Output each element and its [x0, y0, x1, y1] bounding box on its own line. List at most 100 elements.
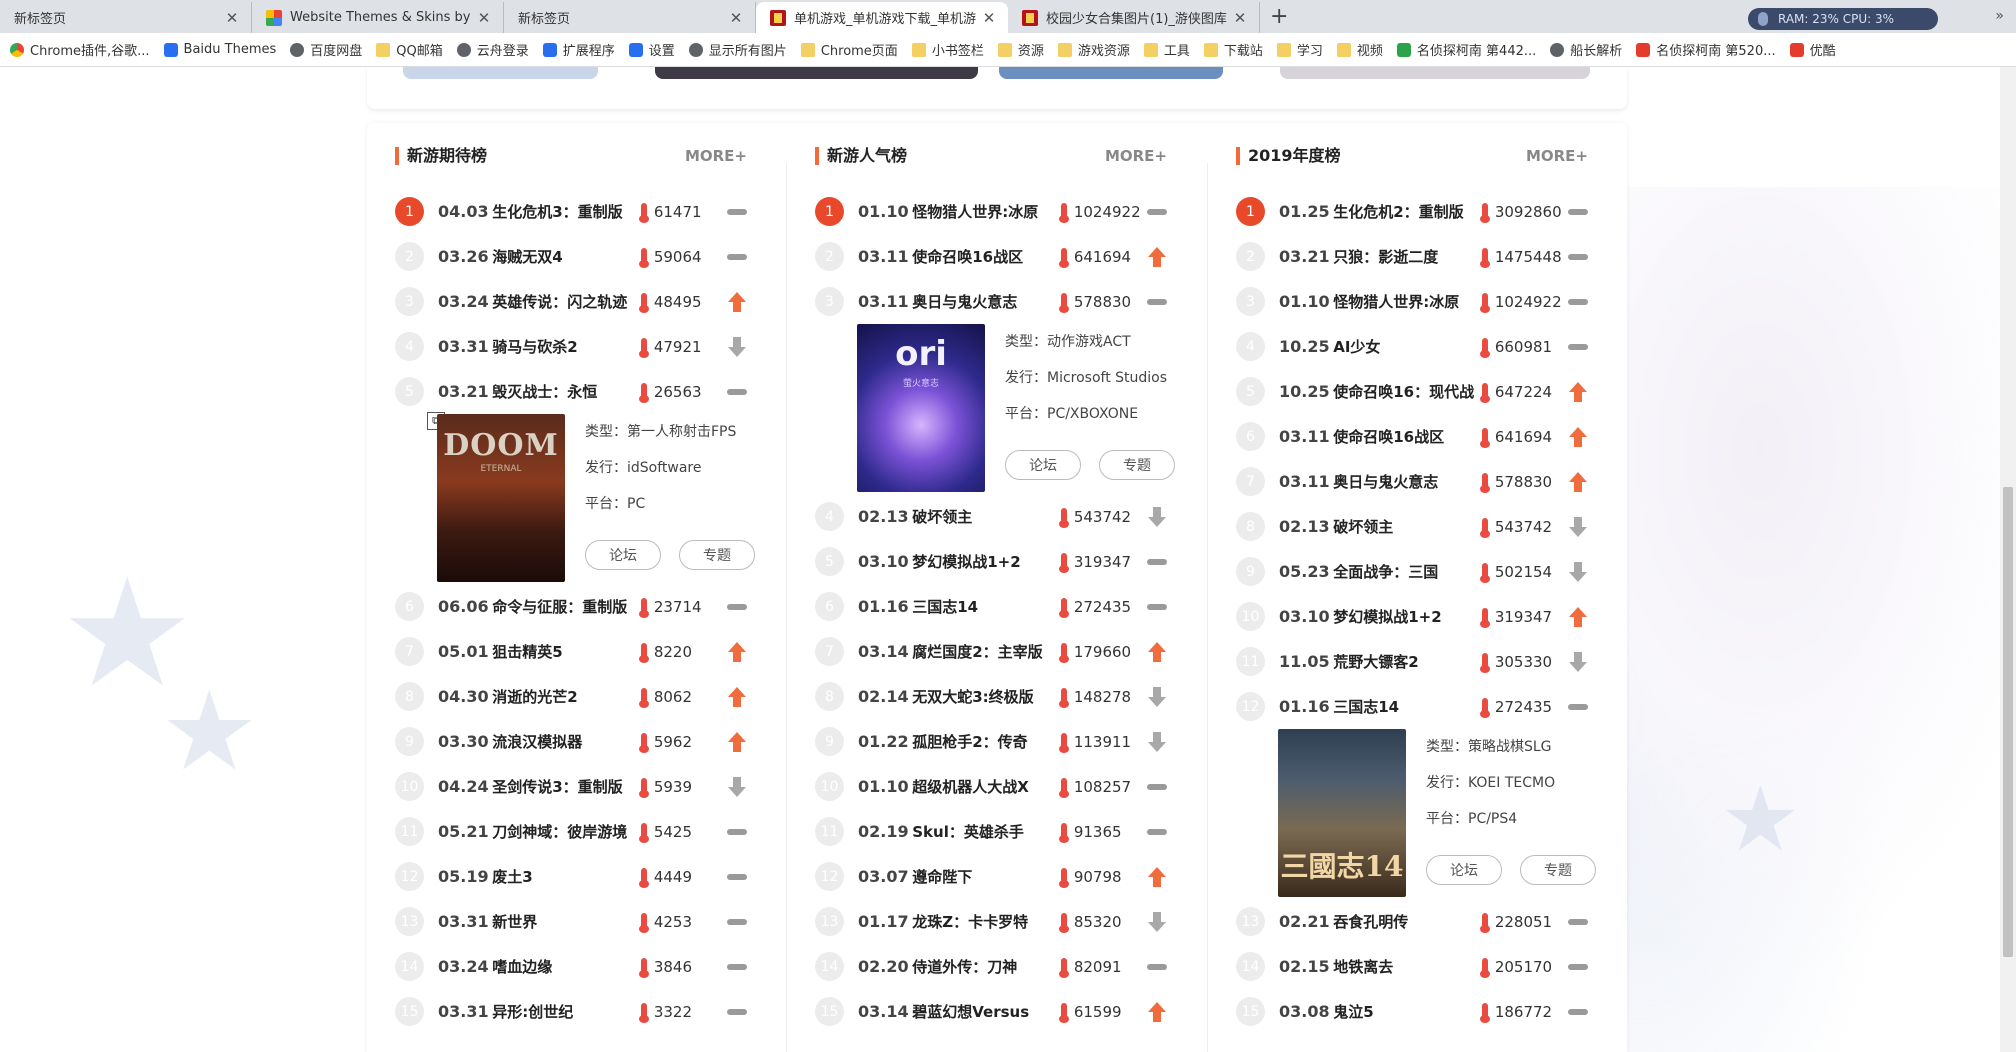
rank-row[interactable]: 2 03.11 使命召唤16战区 641694 — [787, 234, 1167, 279]
game-name-link[interactable]: 使命召唤16战区 — [1333, 426, 1478, 447]
rank-row[interactable]: 15 03.08 鬼泣5 186772 — [1208, 989, 1588, 1034]
game-name-link[interactable]: 三国志14 — [1333, 696, 1478, 717]
topic-button[interactable]: 专题 — [1099, 450, 1175, 480]
game-name-link[interactable]: 毁灭战士：永恒 — [492, 381, 637, 402]
bookmarks-more-button[interactable]: » — [1995, 8, 2004, 24]
game-name-link[interactable]: 只狼：影逝二度 — [1333, 246, 1478, 267]
game-name-link[interactable]: 使命召唤16：现代战 — [1333, 381, 1478, 402]
rank-row[interactable]: 7 05.01 狙击精英5 8220 — [367, 629, 747, 674]
game-name-link[interactable]: 侍道外传：刀神 — [912, 956, 1057, 977]
bookmark-item[interactable]: 设置 — [628, 40, 675, 59]
bookmark-item[interactable]: 名侦探柯南 第520... — [1636, 40, 1776, 59]
rank-row[interactable]: 15 03.14 碧蓝幻想Versus 61599 — [787, 989, 1167, 1034]
bookmark-item[interactable]: 工具 — [1143, 40, 1190, 59]
game-name-link[interactable]: 超级机器人大战X — [912, 776, 1057, 797]
game-name-link[interactable]: 生化危机2：重制版 — [1333, 201, 1478, 222]
rank-row[interactable]: 4 02.13 破坏领主 543742 — [787, 494, 1167, 539]
bookmark-item[interactable]: 显示所有图片 — [688, 40, 787, 59]
rank-row[interactable]: 9 01.22 孤胆枪手2：传奇 113911 — [787, 719, 1167, 764]
rank-row[interactable]: 4 03.31 骑马与砍杀2 47921 — [367, 324, 747, 369]
bookmark-item[interactable]: QQ邮箱 — [376, 40, 443, 59]
rank-row[interactable]: 3 03.24 英雄传说：闪之轨迹 48495 — [367, 279, 747, 324]
thumbnail-image[interactable] — [655, 67, 978, 79]
game-name-link[interactable]: 龙珠Z：卡卡罗特 — [912, 911, 1057, 932]
game-name-link[interactable]: 嗜血边缘 — [492, 956, 637, 977]
rank-row[interactable]: 1 01.10 怪物猎人世界:冰原 1024922 — [787, 189, 1167, 234]
rank-row[interactable]: 6 06.06 命令与征服：重制版 23714 — [367, 584, 747, 629]
game-name-link[interactable]: 腐烂国度2：主宰版 — [912, 641, 1057, 662]
game-name-link[interactable]: 破坏领主 — [912, 506, 1057, 527]
game-name-link[interactable]: 怪物猎人世界:冰原 — [912, 201, 1057, 222]
game-name-link[interactable]: 海贼无双4 — [492, 246, 637, 267]
more-link[interactable]: MORE+ — [685, 147, 747, 165]
game-name-link[interactable]: 孤胆枪手2：传奇 — [912, 731, 1057, 752]
rank-row[interactable]: 12 05.19 废土3 4449 — [367, 854, 747, 899]
bookmark-item[interactable]: 扩展程序 — [542, 40, 615, 59]
rank-row[interactable]: 14 03.24 嗜血边缘 3846 — [367, 944, 747, 989]
bookmark-item[interactable]: 下载站 — [1203, 40, 1263, 59]
game-name-link[interactable]: 命令与征服：重制版 — [492, 596, 637, 617]
game-name-link[interactable]: 消逝的光芒2 — [492, 686, 637, 707]
rank-row[interactable]: 11 11.05 荒野大镖客2 305330 — [1208, 639, 1588, 684]
rank-row[interactable]: 14 02.15 地铁离去 205170 — [1208, 944, 1588, 989]
rank-row[interactable]: 5 03.21 毁灭战士：永恒 26563 — [367, 369, 747, 414]
more-link[interactable]: MORE+ — [1105, 147, 1167, 165]
game-name-link[interactable]: 生化危机3：重制版 — [492, 201, 637, 222]
game-name-link[interactable]: 地铁离去 — [1333, 956, 1478, 977]
bookmark-item[interactable]: Chrome插件,谷歌... — [10, 40, 150, 59]
scrollbar-thumb[interactable] — [2003, 487, 2013, 957]
tab-1[interactable]: 新标签页 ✕ — [0, 2, 252, 33]
rank-row[interactable]: 10 01.10 超级机器人大战X 108257 — [787, 764, 1167, 809]
thumbnail-image[interactable] — [1280, 67, 1590, 79]
game-name-link[interactable]: 异形:创世纪 — [492, 1001, 637, 1022]
game-name-link[interactable]: 流浪汉模拟器 — [492, 731, 637, 752]
rank-row[interactable]: 6 01.16 三国志14 272435 — [787, 584, 1167, 629]
game-name-link[interactable]: 英雄传说：闪之轨迹 — [492, 291, 637, 312]
game-name-link[interactable]: 无双大蛇3:终极版 — [912, 686, 1057, 707]
rank-row[interactable]: 11 05.21 刀剑神域：彼岸游境 5425 — [367, 809, 747, 854]
bookmark-item[interactable]: 视频 — [1336, 40, 1383, 59]
rank-row[interactable]: 7 03.14 腐烂国度2：主宰版 179660 — [787, 629, 1167, 674]
bookmark-item[interactable]: 游戏资源 — [1057, 40, 1130, 59]
bookmark-item[interactable]: 船长解析 — [1550, 40, 1622, 59]
game-name-link[interactable]: 吞食孔明传 — [1333, 911, 1478, 932]
rank-row[interactable]: 2 03.26 海贼无双4 59064 — [367, 234, 747, 279]
rank-row[interactable]: 1 04.03 生化危机3：重制版 61471 — [367, 189, 747, 234]
game-name-link[interactable]: 三国志14 — [912, 596, 1057, 617]
forum-button[interactable]: 论坛 — [585, 540, 661, 570]
bookmark-item[interactable]: Baidu Themes — [163, 42, 276, 57]
topic-button[interactable]: 专题 — [1520, 855, 1596, 885]
close-icon[interactable]: ✕ — [223, 9, 241, 27]
rank-row[interactable]: 2 03.21 只狼：影逝二度 1475448 — [1208, 234, 1588, 279]
game-name-link[interactable]: 梦幻模拟战1+2 — [1333, 606, 1478, 627]
rank-row[interactable]: 13 01.17 龙珠Z：卡卡罗特 85320 — [787, 899, 1167, 944]
rank-row[interactable]: 14 02.20 侍道外传：刀神 82091 — [787, 944, 1167, 989]
forum-button[interactable]: 论坛 — [1426, 855, 1502, 885]
thumbnail-image[interactable] — [999, 67, 1223, 79]
game-name-link[interactable]: 梦幻模拟战1+2 — [912, 551, 1057, 572]
tab-4[interactable]: 单机游戏_单机游戏下载_单机游 ✕ — [756, 2, 1008, 33]
more-link[interactable]: MORE+ — [1526, 147, 1588, 165]
game-name-link[interactable]: 怪物猎人世界:冰原 — [1333, 291, 1478, 312]
game-cover-image[interactable]: DOOM ETERNAL — [437, 414, 565, 582]
tab-5[interactable]: 校园少女合集图片(1)_游侠图库 ✕ — [1008, 2, 1260, 33]
game-name-link[interactable]: 圣剑传说3：重制版 — [492, 776, 637, 797]
tab-3[interactable]: 新标签页 ✕ — [504, 2, 756, 33]
game-name-link[interactable]: 碧蓝幻想Versus — [912, 1001, 1057, 1022]
bookmark-item[interactable]: 优酷 — [1789, 40, 1836, 59]
game-name-link[interactable]: 骑马与砍杀2 — [492, 336, 637, 357]
bookmark-item[interactable]: 小书签栏 — [911, 40, 984, 59]
bookmark-item[interactable]: 云舟登录 — [456, 40, 529, 59]
rank-row[interactable]: 8 02.14 无双大蛇3:终极版 148278 — [787, 674, 1167, 719]
game-name-link[interactable]: 荒野大镖客2 — [1333, 651, 1478, 672]
tab-2[interactable]: Website Themes & Skins by ✕ — [252, 2, 504, 33]
game-name-link[interactable]: 刀剑神域：彼岸游境 — [492, 821, 637, 842]
rank-row[interactable]: 10 04.24 圣剑传说3：重制版 5939 — [367, 764, 747, 809]
game-name-link[interactable]: 遵命陛下 — [912, 866, 1057, 887]
rank-row[interactable]: 11 02.19 Skul：英雄杀手 91365 — [787, 809, 1167, 854]
rank-row[interactable]: 13 03.31 新世界 4253 — [367, 899, 747, 944]
thumbnail-image[interactable] — [403, 67, 598, 79]
rank-row[interactable]: 12 01.16 三国志14 272435 — [1208, 684, 1588, 729]
game-name-link[interactable]: 新世界 — [492, 911, 637, 932]
close-icon[interactable]: ✕ — [727, 9, 745, 27]
